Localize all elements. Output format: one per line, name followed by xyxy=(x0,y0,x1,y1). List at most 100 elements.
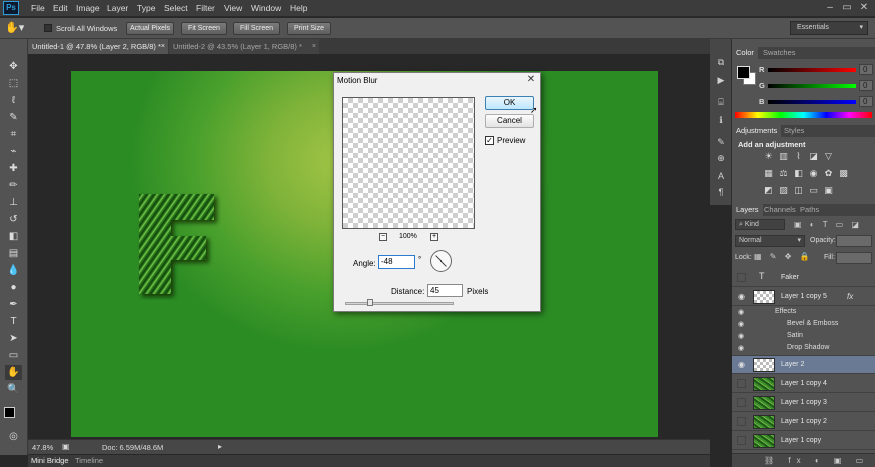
scroll-all-windows-checkbox[interactable] xyxy=(44,24,52,32)
menu-image[interactable]: Image xyxy=(76,3,100,13)
tab-swatches[interactable]: Swatches xyxy=(759,47,800,59)
fx-icon[interactable]: fx xyxy=(847,292,853,301)
layer-row[interactable]: Layer 1 copy 2 xyxy=(732,413,875,431)
rectangle-tool-icon[interactable]: ▭ xyxy=(5,348,22,363)
minimize-icon[interactable]: – xyxy=(823,1,837,15)
tab-paths[interactable]: Paths xyxy=(796,204,823,216)
opacity-field[interactable] xyxy=(836,235,872,247)
visibility-toggle[interactable] xyxy=(737,398,746,407)
menu-edit[interactable]: Edit xyxy=(53,3,68,13)
gradient-map-icon[interactable]: ▭ xyxy=(808,185,819,196)
lasso-tool-icon[interactable]: ℓ xyxy=(5,93,22,108)
tab-close-icon[interactable]: × xyxy=(161,39,165,54)
menu-layer[interactable]: Layer xyxy=(107,3,128,13)
layer-filter-kind[interactable]: ⌕ Kind xyxy=(735,219,785,230)
effect-row[interactable]: ◉ Drop Shadow xyxy=(732,343,875,356)
zoom-in-button[interactable]: + xyxy=(430,233,438,241)
foreground-color-chip[interactable] xyxy=(737,66,750,79)
blur-tool-icon[interactable]: 💧 xyxy=(5,263,22,278)
eye-icon[interactable]: ◉ xyxy=(737,292,746,301)
tab-untitled-1[interactable]: Untitled-1 @ 47.8% (Layer 2, RGB/8) * × xyxy=(28,39,168,54)
distance-slider-track[interactable] xyxy=(345,302,454,305)
color-balance-icon[interactable]: ⚖ xyxy=(778,168,789,179)
workspace-select[interactable]: Essentials ▾ xyxy=(790,21,868,35)
layer-row[interactable]: ◉ Layer 1 copy 5 fx xyxy=(732,288,875,306)
brush-tool-icon[interactable]: ✏ xyxy=(5,178,22,193)
layer-row[interactable]: Layer 1 copy 3 xyxy=(732,394,875,412)
history-panel-icon[interactable]: ⧉ xyxy=(714,55,728,69)
visibility-toggle[interactable] xyxy=(737,417,746,426)
effects-row[interactable]: ◉ Effects xyxy=(732,307,875,319)
tab-color[interactable]: Color xyxy=(732,47,758,59)
dodge-tool-icon[interactable]: ● xyxy=(5,280,22,295)
selective-color-icon[interactable]: ▣ xyxy=(823,185,834,196)
paragraph-panel-icon[interactable]: ¶ xyxy=(714,185,728,199)
lock-icons[interactable]: ▦ ✎ ✥ 🔒 xyxy=(754,252,813,261)
threshold-icon[interactable]: ◫ xyxy=(793,185,804,196)
preview-checkbox[interactable]: ✓ xyxy=(485,136,494,145)
fill-screen-button[interactable]: Fill Screen xyxy=(233,22,280,35)
fill-field[interactable] xyxy=(836,252,872,264)
layers-footer-icons[interactable]: ⛓ fx ◐ ▣ ▭ ▤ 🗑 xyxy=(732,453,875,467)
preview-window[interactable] xyxy=(342,97,475,229)
tab-timeline[interactable]: Timeline xyxy=(75,456,103,465)
posterize-icon[interactable]: ▨ xyxy=(778,185,789,196)
blue-value-field[interactable]: 0 xyxy=(859,96,873,107)
effect-row[interactable]: ◉ Bevel & Emboss xyxy=(732,319,875,331)
path-selection-tool-icon[interactable]: ➤ xyxy=(5,331,22,346)
angle-input[interactable]: -48 xyxy=(378,255,415,269)
pen-tool-icon[interactable]: ✒ xyxy=(5,297,22,312)
eye-icon[interactable]: ◉ xyxy=(738,332,744,340)
menu-select[interactable]: Select xyxy=(164,3,188,13)
black-white-icon[interactable]: ◧ xyxy=(793,168,804,179)
red-value-field[interactable]: 0 xyxy=(859,64,873,75)
layer-row[interactable]: Layer 1 copy 4 xyxy=(732,375,875,393)
close-window-icon[interactable]: ✕ xyxy=(857,1,871,15)
menu-help[interactable]: Help xyxy=(290,3,307,13)
curves-icon[interactable]: ⌇ xyxy=(793,151,804,162)
crop-tool-icon[interactable]: ⌗ xyxy=(5,127,22,142)
history-brush-tool-icon[interactable]: ↺ xyxy=(5,212,22,227)
distance-slider-thumb[interactable] xyxy=(367,299,373,306)
levels-icon[interactable]: ▥ xyxy=(778,151,789,162)
visibility-toggle[interactable] xyxy=(737,273,746,282)
healing-brush-tool-icon[interactable]: ✚ xyxy=(5,161,22,176)
ok-button[interactable]: OK xyxy=(485,96,534,110)
tab-close-icon[interactable]: × xyxy=(312,39,316,54)
effect-row[interactable]: ◉ Satin xyxy=(732,331,875,343)
blue-slider[interactable] xyxy=(768,100,856,104)
hue-saturation-icon[interactable]: ▦ xyxy=(763,168,774,179)
tab-untitled-2[interactable]: Untitled-2 @ 43.5% (Layer 1, RGB/8) * × xyxy=(169,39,319,54)
red-slider[interactable] xyxy=(768,68,856,72)
brush-panel-icon[interactable]: ✎ xyxy=(714,135,728,149)
actual-pixels-button[interactable]: Actual Pixels xyxy=(126,22,174,35)
layer-row-selected[interactable]: ◉ Layer 2 xyxy=(732,356,875,374)
brightness-icon[interactable]: ☀ xyxy=(763,151,774,162)
properties-panel-icon[interactable]: ⌸ xyxy=(714,95,728,109)
eraser-tool-icon[interactable]: ◧ xyxy=(5,229,22,244)
green-value-field[interactable]: 0 xyxy=(859,80,873,91)
eye-icon[interactable]: ◉ xyxy=(738,344,744,352)
status-menu-icon[interactable]: ▣ xyxy=(62,442,70,451)
menu-filter[interactable]: Filter xyxy=(196,3,215,13)
blend-mode-select[interactable]: Normal ▾ xyxy=(735,235,805,247)
layer-filter-icons[interactable]: ▣ ◐ T ▭ ◪ xyxy=(794,219,872,230)
photo-filter-icon[interactable]: ◉ xyxy=(808,168,819,179)
clone-source-panel-icon[interactable]: ⊕ xyxy=(714,151,728,165)
channel-mixer-icon[interactable]: ✿ xyxy=(823,168,834,179)
exposure-icon[interactable]: ◪ xyxy=(808,151,819,162)
menu-type[interactable]: Type xyxy=(137,3,155,13)
green-slider[interactable] xyxy=(768,84,856,88)
tab-adjustments[interactable]: Adjustments xyxy=(732,125,782,137)
quick-select-tool-icon[interactable]: ✎ xyxy=(5,110,22,125)
maximize-icon[interactable]: ▭ xyxy=(840,1,854,15)
close-icon[interactable]: ✕ xyxy=(524,74,538,86)
zoom-out-button[interactable]: − xyxy=(379,233,387,241)
info-panel-icon[interactable]: ℹ xyxy=(714,113,728,127)
print-size-button[interactable]: Print Size xyxy=(287,22,331,35)
eye-icon[interactable]: ◉ xyxy=(738,320,744,328)
fit-screen-button[interactable]: Fit Screen xyxy=(181,22,227,35)
gradient-tool-icon[interactable]: ▤ xyxy=(5,246,22,261)
invert-icon[interactable]: ◩ xyxy=(763,185,774,196)
color-lookup-icon[interactable]: ▩ xyxy=(838,168,849,179)
